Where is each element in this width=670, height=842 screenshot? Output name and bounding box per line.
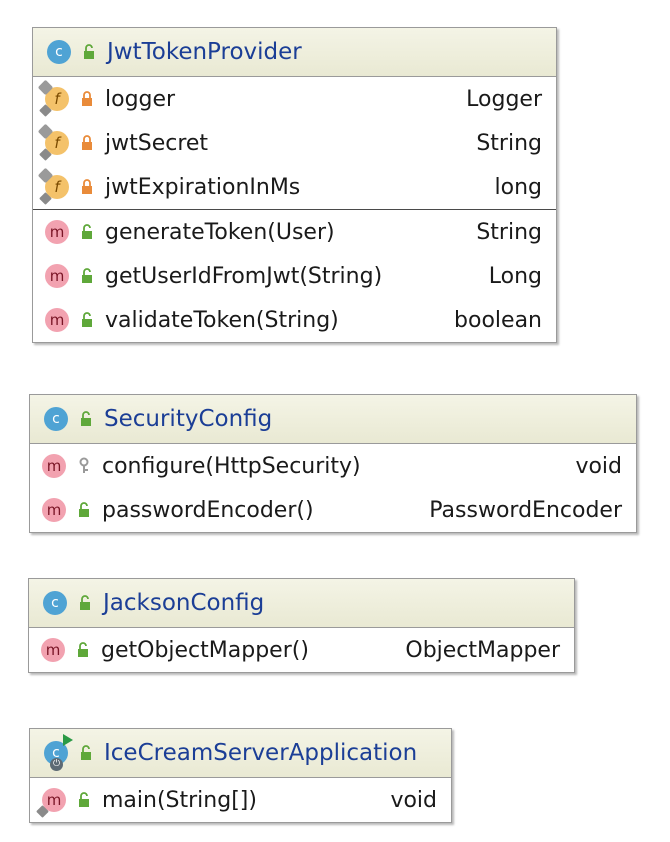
final-field-icon: f (37, 167, 69, 205)
public-icon (79, 310, 95, 330)
public-icon (78, 743, 94, 763)
field-type: String (476, 130, 542, 156)
method-icon-letter: m (45, 641, 61, 659)
spring-boot-application-icon: c ⏻ (44, 734, 73, 771)
run-icon (63, 734, 73, 746)
public-icon (76, 500, 92, 520)
method-icon-letter: m (46, 457, 62, 475)
private-icon (79, 133, 95, 153)
field-icon-letter: f (54, 90, 60, 108)
method-row[interactable]: m passwordEncoder() PasswordEncoder (30, 488, 636, 532)
field-name: jwtSecret (105, 130, 209, 156)
public-icon (78, 409, 94, 429)
static-method-icon: m (36, 788, 66, 818)
method-name: main(String[]) (102, 787, 257, 813)
method-row[interactable]: m configure(HttpSecurity) void (30, 444, 636, 488)
methods-section: m getObjectMapper() ObjectMapper (29, 628, 574, 672)
public-icon (81, 42, 97, 62)
public-icon (79, 222, 95, 242)
method-icon-letter: m (49, 223, 65, 241)
class-name: JacksonConfig (103, 590, 265, 616)
class-name: SecurityConfig (104, 406, 273, 432)
method-return-type: Long (488, 263, 542, 289)
method-name: passwordEncoder() (102, 497, 314, 523)
static-final-field-icon: f (37, 79, 69, 117)
method-return-type: void (390, 787, 437, 813)
methods-section: m main(String[]) void (30, 778, 451, 822)
field-row[interactable]: f logger Logger (33, 77, 556, 121)
method-icon: m (45, 264, 69, 288)
class-box-jwt-token-provider[interactable]: c JwtTokenProvider f logger Logger f jwt… (32, 27, 557, 343)
class-icon-letter: c (52, 411, 60, 427)
method-icon: m (45, 220, 69, 244)
class-header: c JwtTokenProvider (33, 28, 556, 77)
private-icon (79, 177, 95, 197)
method-icon-letter: m (49, 267, 65, 285)
method-name: generateToken(User) (105, 219, 335, 245)
method-return-type: PasswordEncoder (429, 497, 622, 523)
method-return-type: ObjectMapper (405, 637, 560, 663)
class-icon: c (43, 591, 67, 615)
class-box-ice-cream-server-application[interactable]: c ⏻ IceCreamServerApplication m main(Stri… (29, 728, 452, 823)
private-icon (79, 89, 95, 109)
power-icon: ⏻ (50, 758, 63, 771)
class-icon-letter: c (51, 595, 59, 611)
class-box-jackson-config[interactable]: c JacksonConfig m getObjectMapper() Obje… (28, 578, 575, 673)
method-icon-letter: m (49, 311, 65, 329)
method-name: configure(HttpSecurity) (102, 453, 361, 479)
field-row[interactable]: f jwtExpirationInMs long (33, 165, 556, 209)
class-box-security-config[interactable]: c SecurityConfig m configure(HttpSecurit… (29, 394, 637, 533)
final-field-icon: f (37, 123, 69, 161)
method-return-type: boolean (454, 307, 542, 333)
method-row[interactable]: m generateToken(User) String (33, 210, 556, 254)
method-row[interactable]: m getUserIdFromJwt(String) Long (33, 254, 556, 298)
method-icon: m (45, 308, 69, 332)
field-type: Logger (466, 86, 542, 112)
field-icon-letter: f (54, 134, 60, 152)
method-name: getUserIdFromJwt(String) (105, 263, 383, 289)
class-icon: c (47, 40, 71, 64)
public-icon (75, 640, 91, 660)
field-name: logger (105, 86, 176, 112)
class-header: c JacksonConfig (29, 579, 574, 628)
class-icon: c (44, 407, 68, 431)
method-row[interactable]: m validateToken(String) boolean (33, 298, 556, 342)
field-type: long (494, 174, 542, 200)
method-name: getObjectMapper() (101, 637, 309, 663)
methods-section: m generateToken(User) String m getUserId… (33, 210, 556, 342)
class-name: JwtTokenProvider (107, 39, 302, 65)
public-icon (79, 266, 95, 286)
field-row[interactable]: f jwtSecret String (33, 121, 556, 165)
class-name: IceCreamServerApplication (104, 740, 418, 766)
method-icon: m (42, 498, 66, 522)
class-header: c SecurityConfig (30, 395, 636, 444)
method-name: validateToken(String) (105, 307, 339, 333)
method-return-type: void (575, 453, 622, 479)
class-icon-letter: c (55, 44, 63, 60)
method-icon-letter: m (46, 501, 62, 519)
protected-key-icon (76, 456, 92, 476)
method-row[interactable]: m getObjectMapper() ObjectMapper (29, 628, 574, 672)
method-row[interactable]: m main(String[]) void (30, 778, 451, 822)
class-header: c ⏻ IceCreamServerApplication (30, 729, 451, 778)
methods-section: m configure(HttpSecurity) void m passwor… (30, 444, 636, 532)
method-icon: m (42, 454, 66, 478)
public-icon (77, 593, 93, 613)
field-name: jwtExpirationInMs (105, 174, 301, 200)
method-icon: m (41, 638, 65, 662)
fields-section: f logger Logger f jwtSecret String f jwt… (33, 77, 556, 210)
field-icon-letter: f (54, 178, 60, 196)
method-icon-letter: m (46, 791, 62, 809)
public-icon (76, 790, 92, 810)
method-return-type: String (476, 219, 542, 245)
